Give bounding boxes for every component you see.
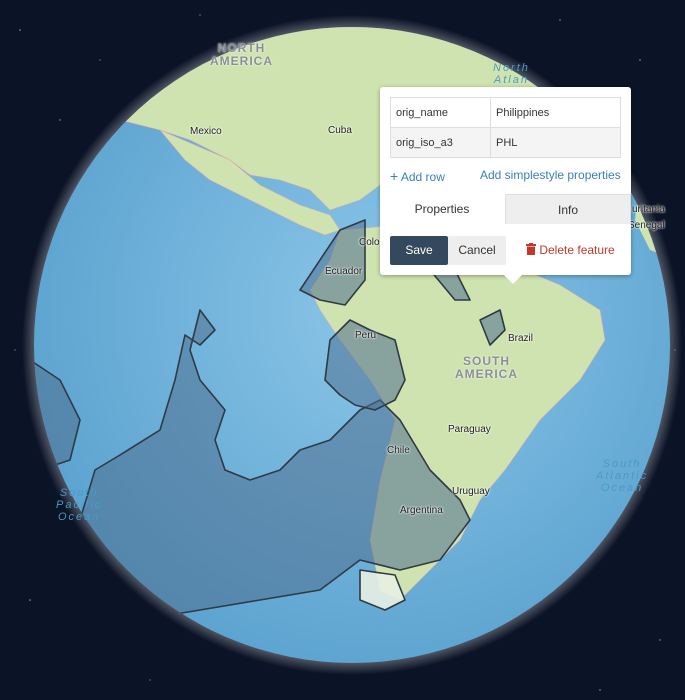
label-argentina: Argentina [400,505,443,516]
property-key-field[interactable]: orig_iso_a3 [390,127,491,158]
label-south-pacific: South Pacific Ocean [56,487,103,523]
label-chile: Chile [387,445,410,456]
trash-icon [526,243,536,255]
label-north-atlantic: North Atlan [493,62,530,86]
popup-tabs: Properties Info [380,194,631,225]
label-north-america: NORTH AMERICA [210,41,273,68]
property-value-field[interactable]: Philippines [490,97,621,128]
add-row-label: Add row [400,170,445,184]
label-peru: Peru [355,330,377,341]
label-brazil: Brazil [508,333,534,344]
label-senegal: Senegal [628,220,665,231]
delete-feature-button[interactable]: Delete feature [526,236,622,265]
label-colombia: Colo [359,237,380,248]
plus-icon: + [390,168,399,184]
add-row-link[interactable]: + Add row [390,168,445,184]
label-mexico: Mexico [190,126,222,137]
cancel-button[interactable]: Cancel [448,236,506,265]
label-ecuador: Ecuador [325,266,363,277]
save-button[interactable]: Save [390,236,448,265]
label-cuba: Cuba [328,125,352,136]
properties-table: orig_name Philippines orig_iso_a3 PHL [390,97,621,158]
table-row: orig_iso_a3 PHL [390,127,621,158]
label-uruguay: Uruguay [452,486,490,497]
label-south-atlantic: South Atlantic Ocean [596,458,649,494]
tab-properties[interactable]: Properties [380,194,504,225]
label-south-america: SOUTH AMERICA [455,354,518,381]
tab-info[interactable]: Info [505,194,631,224]
label-mauritania: uritania [632,204,665,215]
table-row: orig_name Philippines [390,97,621,128]
delete-feature-label: Delete feature [539,243,615,257]
label-paraguay: Paraguay [448,424,491,435]
property-key-field[interactable]: orig_name [390,97,491,128]
feature-popup: orig_name Philippines orig_iso_a3 PHL + … [380,87,631,284]
add-simplestyle-link[interactable]: Add simplestyle properties [480,168,621,182]
property-value-field[interactable]: PHL [490,127,621,158]
